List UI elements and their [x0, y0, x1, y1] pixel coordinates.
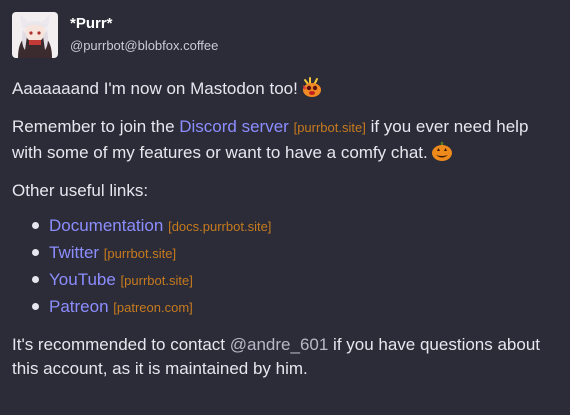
account-handle[interactable]: @purrbot@blobfox.coffee: [70, 37, 218, 55]
post-content: Aaaaaaand I'm now on Mastodon too! Remem…: [12, 76, 558, 381]
list-item-documentation: Documentation [docs.purrbot.site]: [32, 213, 558, 240]
discord-link-domain: [purrbot.site]: [293, 120, 366, 135]
link-domain: [patreon.com]: [113, 300, 193, 315]
list-item-twitter: Twitter [purrbot.site]: [32, 240, 558, 267]
useful-links-list: Documentation [docs.purrbot.site] Twitte…: [12, 213, 558, 321]
bullet-icon: [32, 249, 39, 256]
bullet-icon: [32, 303, 39, 310]
account-names: *Purr* @purrbot@blobfox.coffee: [70, 15, 218, 55]
paragraph-intro: Aaaaaaand I'm now on Mastodon too!: [12, 76, 558, 101]
blob-party-emoji-icon: [301, 76, 323, 98]
discord-server-link[interactable]: Discord server: [179, 117, 289, 136]
youtube-link[interactable]: YouTube: [49, 270, 116, 289]
bullet-icon: [32, 222, 39, 229]
link-domain: [docs.purrbot.site]: [168, 219, 272, 234]
links-heading: Other useful links:: [12, 181, 149, 200]
contact-pre-text: It's recommended to contact: [12, 335, 230, 354]
documentation-link[interactable]: Documentation: [49, 216, 163, 235]
blob-pumpkin-emoji-icon: [431, 140, 453, 162]
intro-text: Aaaaaaand I'm now on Mastodon too!: [12, 79, 298, 98]
display-name[interactable]: *Purr*: [70, 15, 218, 33]
avatar[interactable]: [12, 12, 58, 58]
mention-link[interactable]: @andre_601: [230, 335, 329, 354]
list-item-patreon: Patreon [patreon.com]: [32, 294, 558, 321]
list-item-youtube: YouTube [purrbot.site]: [32, 267, 558, 294]
twitter-link[interactable]: Twitter: [49, 243, 99, 262]
patreon-link[interactable]: Patreon: [49, 297, 109, 316]
paragraph-discord: Remember to join the Discord server [pur…: [12, 115, 558, 165]
post-card: *Purr* @purrbot@blobfox.coffee Aaaaaaand…: [0, 0, 570, 415]
bullet-icon: [32, 276, 39, 283]
discord-pre-text: Remember to join the: [12, 117, 180, 136]
post-header: *Purr* @purrbot@blobfox.coffee: [12, 12, 558, 58]
link-domain: [purrbot.site]: [103, 246, 177, 261]
paragraph-contact: It's recommended to contact @andre_601 i…: [12, 333, 558, 381]
link-domain: [purrbot.site]: [120, 273, 193, 288]
